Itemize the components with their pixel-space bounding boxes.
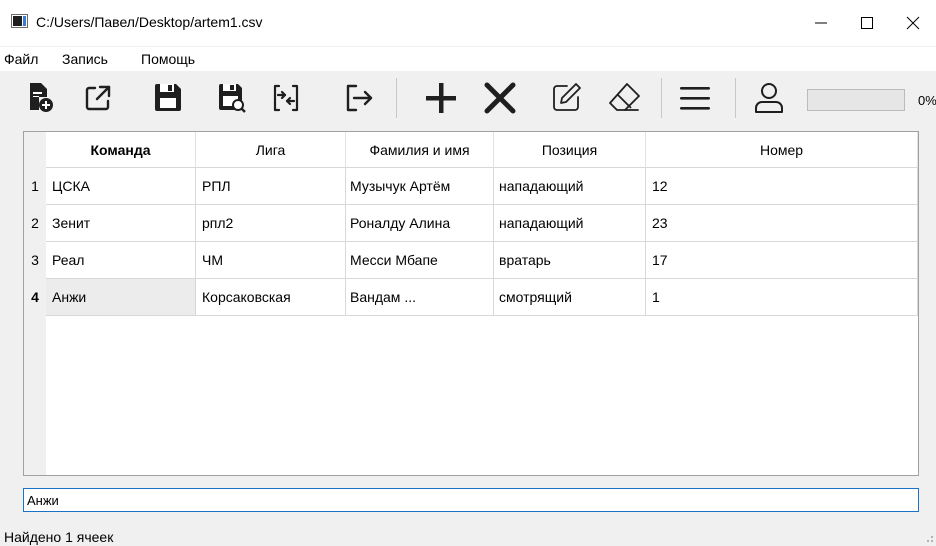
add-plus-icon <box>426 83 456 113</box>
column-header-league[interactable]: Лига <box>196 132 346 168</box>
title-bar: C:/Users/Павел/Desktop/artem1.csv <box>0 0 936 46</box>
table-cell[interactable]: Зенит <box>46 205 196 242</box>
data-table[interactable]: Команда Лига Фамилия и имя Позиция Номер… <box>23 131 919 476</box>
toolbar-separator <box>396 78 397 118</box>
merge-button[interactable] <box>266 78 306 118</box>
progress-bar <box>807 89 905 111</box>
user-button[interactable] <box>749 78 789 118</box>
save-button[interactable] <box>148 78 188 118</box>
table-cell[interactable]: Вандам ... <box>346 279 494 316</box>
open-button[interactable] <box>78 78 118 118</box>
menu-record[interactable]: Запись <box>62 51 108 68</box>
edit-button[interactable] <box>546 78 586 118</box>
table-cell[interactable]: 17 <box>646 242 918 279</box>
table-cell[interactable]: 23 <box>646 205 918 242</box>
app-icon[interactable] <box>11 14 28 28</box>
eraser-icon <box>609 83 640 111</box>
user-icon <box>755 83 783 113</box>
status-text: Найдено 1 ячеек <box>4 529 114 545</box>
delete-x-icon <box>484 82 516 114</box>
table-cell[interactable]: 1 <box>646 279 918 316</box>
table-cell[interactable]: РПЛ <box>196 168 346 205</box>
column-header-position[interactable]: Позиция <box>494 132 646 168</box>
menu-help[interactable]: Помощь <box>141 51 195 68</box>
new-file-plus-icon <box>30 83 53 112</box>
add-button[interactable] <box>421 78 461 118</box>
merge-arrows-icon <box>273 84 299 112</box>
save-as-button[interactable] <box>212 78 252 118</box>
table-cell[interactable]: вратарь <box>494 242 646 279</box>
save-as-icon <box>219 84 246 113</box>
table-cell[interactable]: Музычук Артём <box>346 168 494 205</box>
menu-lines-icon <box>680 87 710 110</box>
toolbar-separator <box>661 78 662 118</box>
column-header-number[interactable]: Номер <box>646 132 918 168</box>
toolbar: 0% <box>0 72 936 122</box>
table-cell[interactable]: нападающий <box>494 168 646 205</box>
toolbar-separator <box>735 78 736 118</box>
menu-file[interactable]: Файл <box>4 51 38 68</box>
column-header-team[interactable]: Команда <box>46 132 196 168</box>
delete-button[interactable] <box>480 78 520 118</box>
close-icon <box>906 16 920 30</box>
table-cell[interactable]: Месси Мбапе <box>346 242 494 279</box>
table-cell[interactable]: 12 <box>646 168 918 205</box>
table-cell[interactable]: ЦСКА <box>46 168 196 205</box>
row-header[interactable]: 1 <box>24 168 46 205</box>
minimize-icon <box>815 22 827 24</box>
exit-arrow-icon <box>346 84 373 112</box>
table-cell[interactable]: Роналду Алина <box>346 205 494 242</box>
clear-button[interactable] <box>604 78 644 118</box>
table-cell[interactable]: рпл2 <box>196 205 346 242</box>
menu-bar: Файл Запись Помощь <box>0 47 936 71</box>
new-file-button[interactable] <box>21 78 61 118</box>
row-header[interactable]: 2 <box>24 205 46 242</box>
close-button[interactable] <box>890 0 936 46</box>
exit-button[interactable] <box>338 78 378 118</box>
minimize-button[interactable] <box>798 0 844 46</box>
edit-pencil-icon <box>553 83 581 111</box>
table-cell[interactable]: ЧМ <box>196 242 346 279</box>
maximize-icon <box>861 17 873 29</box>
row-header[interactable]: 3 <box>24 242 46 279</box>
table-cell-selected[interactable]: Анжи <box>46 279 196 316</box>
row-header[interactable]: 4 <box>24 279 46 316</box>
column-header-name[interactable]: Фамилия и имя <box>346 132 494 168</box>
resize-grip-icon[interactable] <box>924 533 934 543</box>
search-input[interactable] <box>23 488 919 512</box>
table-cell[interactable]: Корсаковская <box>196 279 346 316</box>
table-cell[interactable]: Реал <box>46 242 196 279</box>
maximize-button[interactable] <box>844 0 890 46</box>
progress-label: 0% <box>918 93 936 108</box>
menu-button[interactable] <box>675 78 715 118</box>
table-cell[interactable]: нападающий <box>494 205 646 242</box>
table-cell[interactable]: смотрящий <box>494 279 646 316</box>
window-title: C:/Users/Павел/Desktop/artem1.csv <box>36 14 263 30</box>
open-external-icon <box>85 85 111 111</box>
save-icon <box>155 84 181 111</box>
